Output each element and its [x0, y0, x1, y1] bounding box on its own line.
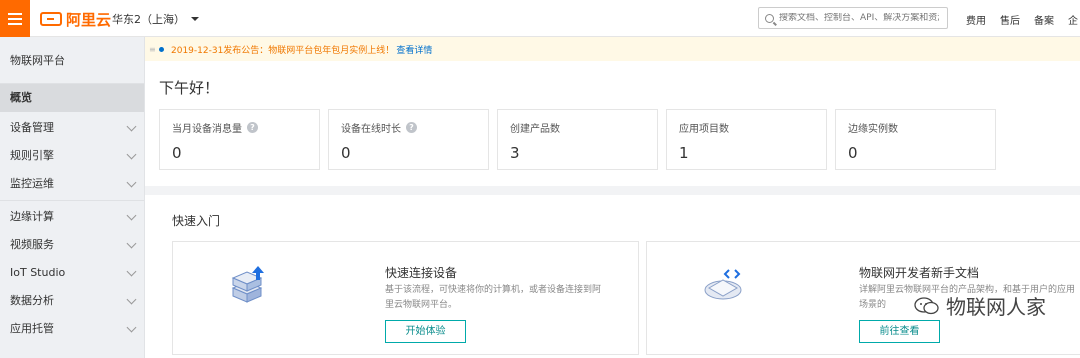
sidebar-item-video-service[interactable]: 视频服务: [0, 231, 144, 259]
overview-panel: 下午好！ 当月设备消息量? 0 设备在线时长? 0 创建产品数 3 应用项目数 …: [145, 61, 1080, 186]
chevron-down-icon: [126, 238, 137, 249]
chevron-down-icon: [126, 322, 137, 333]
stat-label: 设备在线时长: [341, 124, 401, 135]
sidebar-item-label: 视频服务: [10, 238, 54, 251]
stat-value: 0: [848, 144, 858, 162]
search-icon: [765, 13, 774, 23]
code-tablet-icon: [704, 269, 742, 300]
drag-handle-icon: ≡: [149, 44, 156, 54]
sidebar-item-device-management[interactable]: 设备管理: [0, 114, 144, 142]
watermark: 物联网人家: [914, 291, 1046, 320]
sidebar-divider: [0, 200, 144, 201]
help-icon[interactable]: ?: [247, 122, 258, 133]
sidebar-item-data-analytics[interactable]: 数据分析: [0, 287, 144, 315]
sidebar: 物联网平台 概览 设备管理 规则引擎 监控运维 边缘计算 视频服务 IoT St…: [0, 37, 145, 358]
bullet-icon: [159, 46, 164, 52]
caret-down-icon: [191, 17, 199, 21]
stat-label: 当月设备消息量: [172, 124, 242, 135]
stat-label-row: 当月设备消息量?: [172, 120, 319, 135]
chevron-down-icon: [126, 177, 137, 188]
top-link-filing[interactable]: 备案: [1034, 12, 1054, 27]
chevron-down-icon: [126, 121, 137, 132]
chevron-down-icon: [126, 294, 137, 305]
stat-label-row: 应用项目数: [679, 120, 826, 135]
chevron-down-icon: [126, 210, 137, 221]
stats-row: 当月设备消息量? 0 设备在线时长? 0 创建产品数 3 应用项目数 1 边缘实…: [159, 109, 996, 170]
stat-value: 0: [172, 144, 182, 162]
top-link-fees[interactable]: 费用: [966, 12, 986, 27]
sidebar-item-label: 规则引擎: [10, 149, 54, 162]
stat-card-app-projects[interactable]: 应用项目数 1: [666, 109, 827, 170]
card-description: 基于该流程，可快速将你的计算机，或者设备连接到阿里云物联网平台。: [385, 285, 602, 310]
go-view-button[interactable]: 前往查看: [859, 320, 940, 343]
search-box[interactable]: [758, 7, 948, 29]
stat-label: 创建产品数: [510, 124, 560, 135]
sidebar-item-label: 数据分析: [10, 294, 54, 307]
sidebar-title: 物联网平台: [0, 37, 144, 84]
help-icon[interactable]: ?: [406, 122, 417, 133]
search-input[interactable]: [779, 13, 939, 23]
sidebar-item-overview[interactable]: 概览: [0, 84, 144, 112]
stat-card-monthly-messages[interactable]: 当月设备消息量? 0: [159, 109, 320, 170]
greeting: 下午好！: [159, 79, 220, 97]
region-label: 华东2（上海）: [112, 13, 185, 26]
sidebar-item-label: 应用托管: [10, 322, 54, 335]
announcement-text: 2019-12-31发布公告：物联网平台包年包月实例上线！: [171, 45, 395, 56]
stacked-cubes-icon: [231, 266, 264, 303]
start-experience-button[interactable]: 开始体验: [385, 320, 466, 343]
stat-label: 边缘实例数: [848, 124, 898, 135]
quick-card-connect-device: 快速连接设备 基于该流程，可快速将你的计算机，或者设备连接到阿里云物联网平台。 …: [172, 241, 639, 355]
aliyun-logo-icon: [40, 12, 62, 26]
top-link-enterprise[interactable]: 企: [1068, 12, 1078, 27]
sidebar-item-monitoring[interactable]: 监控运维: [0, 170, 144, 198]
stat-value: 3: [510, 144, 520, 162]
stat-label: 应用项目数: [679, 124, 729, 135]
announcement-link[interactable]: 查看详情: [396, 43, 432, 56]
chevron-down-icon: [126, 149, 137, 160]
sidebar-item-label: 概览: [10, 91, 32, 104]
stat-label-row: 创建产品数: [510, 120, 657, 135]
stat-value: 0: [341, 144, 351, 162]
top-links: 费用 售后 备案 企: [966, 12, 1078, 27]
announcement-bar: ≡ 2019-12-31发布公告：物联网平台包年包月实例上线！ 查看详情: [145, 37, 1080, 61]
quick-start-title: 快速入门: [172, 214, 221, 228]
sidebar-item-rules-engine[interactable]: 规则引擎: [0, 142, 144, 170]
sidebar-item-iot-studio[interactable]: IoT Studio: [0, 259, 144, 287]
quick-start-panel: 快速入门 快速连接设备 基于该流程，可快速将你的计算机，或者设备连接到阿里云物联…: [145, 195, 1080, 358]
stat-card-edge-instances[interactable]: 边缘实例数 0: [835, 109, 996, 170]
top-link-support[interactable]: 售后: [1000, 12, 1020, 27]
top-bar: 阿里云 华东2（上海） 费用 售后 备案 企: [0, 0, 1080, 37]
stat-label-row: 边缘实例数: [848, 120, 995, 135]
hamburger-menu-icon[interactable]: [0, 0, 30, 37]
wechat-icon: [914, 296, 939, 314]
watermark-text: 物联网人家: [946, 295, 1046, 319]
sidebar-item-label: 监控运维: [10, 177, 54, 190]
sidebar-item-label: 设备管理: [10, 121, 54, 134]
stat-label-row: 设备在线时长?: [341, 120, 488, 135]
card-title: 快速连接设备: [385, 266, 458, 280]
stat-card-online-duration[interactable]: 设备在线时长? 0: [328, 109, 489, 170]
sidebar-item-app-hosting[interactable]: 应用托管: [0, 315, 144, 343]
card-title: 物联网开发者新手文档: [859, 266, 980, 280]
aliyun-logo[interactable]: 阿里云: [40, 9, 111, 29]
stat-value: 1: [679, 144, 689, 162]
sidebar-item-label: 边缘计算: [10, 210, 54, 223]
region-selector[interactable]: 华东2（上海）: [112, 11, 199, 27]
chevron-down-icon: [126, 266, 137, 277]
stat-card-products[interactable]: 创建产品数 3: [497, 109, 658, 170]
sidebar-item-label: IoT Studio: [10, 266, 66, 279]
sidebar-item-edge-computing[interactable]: 边缘计算: [0, 203, 144, 231]
